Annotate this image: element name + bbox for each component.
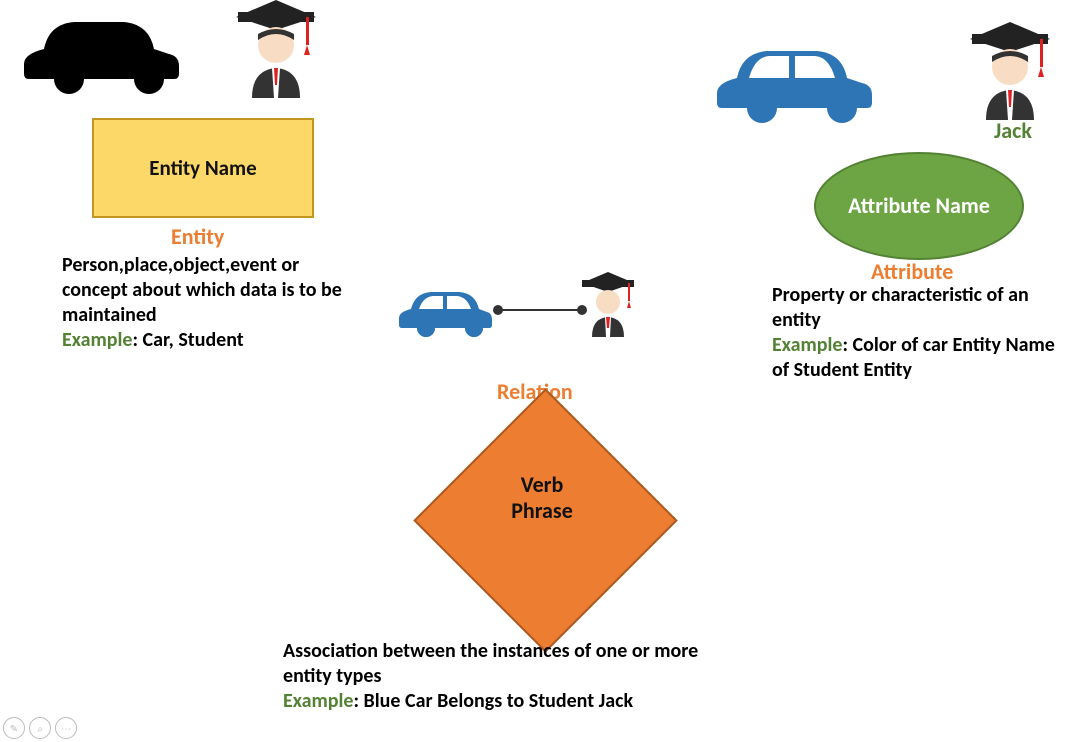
attribute-shape: Attribute Name xyxy=(814,152,1024,260)
presenter-toolbar: ✎ ⌕ ⋯ xyxy=(3,717,77,739)
student-attribute-icon xyxy=(968,22,1053,122)
car-black-icon xyxy=(14,4,184,104)
car-blue-small-icon xyxy=(393,281,493,341)
attribute-desc: Property or characteristic of an entity … xyxy=(772,283,1072,383)
attribute-heading: Attribute xyxy=(871,258,953,285)
relation-shape-label: Verb Phrase xyxy=(432,472,652,525)
car-blue-icon xyxy=(707,33,877,128)
relation-connector xyxy=(490,300,590,320)
entity-shape: Entity Name xyxy=(92,118,314,218)
attribute-shape-label: Attribute Name xyxy=(848,193,990,218)
example-label: Example xyxy=(62,328,133,352)
student-icon xyxy=(234,0,319,100)
pen-tool-icon[interactable]: ✎ xyxy=(3,717,25,739)
more-icon[interactable]: ⋯ xyxy=(55,717,77,739)
entity-shape-label: Entity Name xyxy=(149,155,256,181)
relation-desc: Association between the instances of one… xyxy=(283,639,743,714)
example-label: Example xyxy=(283,689,354,713)
example-label: Example xyxy=(772,333,843,357)
entity-heading: Entity xyxy=(171,223,224,250)
zoom-icon[interactable]: ⌕ xyxy=(29,717,51,739)
jack-label: Jack xyxy=(994,117,1032,144)
student-small-icon xyxy=(580,272,636,338)
entity-desc: Person,place,object,event or concept abo… xyxy=(62,253,352,353)
